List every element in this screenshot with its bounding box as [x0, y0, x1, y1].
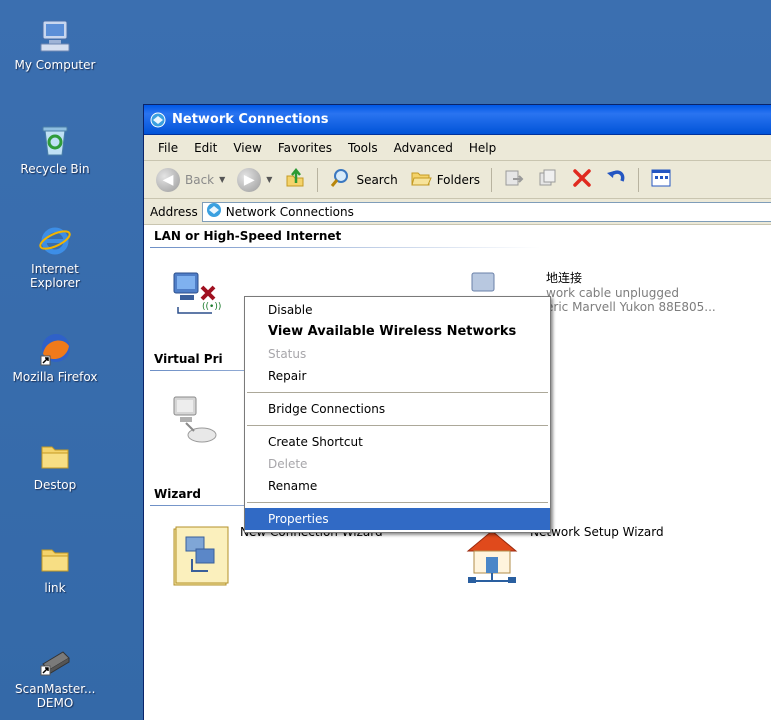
- recycle-bin-icon: [37, 122, 73, 158]
- network-setup-wizard-label: Network Setup Wizard: [530, 525, 664, 539]
- delete-x-icon: [571, 167, 593, 192]
- desktop-icon-label: Internet Explorer: [30, 262, 80, 290]
- wireless-network-connection-icon: ((•)): [172, 269, 232, 322]
- desktop-icon-firefox[interactable]: Mozilla Firefox: [0, 330, 110, 384]
- menu-advanced[interactable]: Advanced: [386, 138, 461, 158]
- my-computer-icon: [37, 18, 73, 54]
- section-title-vpn: Virtual Pri: [154, 352, 223, 366]
- context-menu-bridge-connections[interactable]: Bridge Connections: [245, 398, 550, 420]
- desktop-icon-destop-folder[interactable]: Destop: [0, 438, 110, 492]
- context-menu-properties[interactable]: Properties: [245, 508, 550, 530]
- address-input[interactable]: Network Connections: [201, 201, 771, 222]
- copy-to-icon: [537, 167, 559, 192]
- views-button[interactable]: [646, 164, 676, 195]
- menu-tools[interactable]: Tools: [340, 138, 386, 158]
- internet-explorer-icon: [37, 222, 73, 258]
- back-label: Back: [185, 172, 215, 187]
- lan-connection-status: work cable unplugged: [546, 286, 679, 300]
- up-folder-button[interactable]: [280, 164, 310, 195]
- window-title: Network Connections: [172, 112, 329, 127]
- move-to-icon: [503, 167, 525, 192]
- new-connection-wizard-icon: [172, 525, 232, 590]
- wireless-connection-item[interactable]: ((•)): [172, 269, 232, 322]
- desktop-icon-recycle-bin[interactable]: Recycle Bin: [0, 122, 110, 176]
- vpn-connection-item[interactable]: [172, 393, 228, 452]
- toolbar-separator: [638, 167, 640, 192]
- context-menu-create-shortcut[interactable]: Create Shortcut: [245, 431, 550, 453]
- search-button[interactable]: Search: [325, 164, 401, 195]
- copy-to-button[interactable]: [533, 164, 563, 195]
- toolbar: ◀ Back ▼ ▶ ▼ Search Folders: [144, 161, 771, 199]
- toolbar-separator: [491, 167, 493, 192]
- desktop-icon-label: My Computer: [14, 58, 96, 72]
- desktop-icon-my-computer[interactable]: My Computer: [0, 18, 110, 72]
- views-icon: [650, 167, 672, 192]
- search-icon: [329, 167, 351, 192]
- undo-button[interactable]: [601, 164, 631, 195]
- menu-help[interactable]: Help: [461, 138, 504, 158]
- undo-icon: [605, 167, 627, 192]
- context-menu-separator: [247, 502, 548, 503]
- move-to-button[interactable]: [499, 164, 529, 195]
- vpn-connection-icon: [172, 393, 228, 452]
- network-connections-icon: [150, 112, 166, 128]
- desktop-icon-link-folder[interactable]: link: [0, 541, 110, 595]
- new-connection-wizard-label: New Connection Wizard: [240, 525, 383, 590]
- folders-label: Folders: [436, 172, 481, 187]
- context-menu-disable[interactable]: Disable: [245, 299, 550, 321]
- desktop-icon-label: Mozilla Firefox: [12, 370, 98, 384]
- search-label: Search: [356, 172, 398, 187]
- desktop-icon-label: ScanMaster... DEMO: [15, 682, 96, 710]
- menu-view[interactable]: View: [225, 138, 269, 158]
- address-label: Address: [150, 204, 198, 219]
- section-divider: [150, 247, 540, 248]
- menu-edit[interactable]: Edit: [186, 138, 225, 158]
- firefox-icon: [37, 330, 73, 366]
- window-titlebar[interactable]: Network Connections: [144, 105, 771, 135]
- context-menu-rename[interactable]: Rename: [245, 475, 550, 497]
- menu-favorites[interactable]: Favorites: [270, 138, 340, 158]
- address-value: Network Connections: [225, 204, 354, 219]
- context-menu-repair[interactable]: Repair: [245, 365, 550, 387]
- context-menu-delete: Delete: [268, 457, 308, 471]
- desktop-icon-internet-explorer[interactable]: Internet Explorer: [0, 222, 110, 290]
- section-title-wizard: Wizard: [154, 487, 201, 501]
- desktop-icon-label: Recycle Bin: [20, 162, 90, 176]
- folders-icon: [410, 167, 432, 192]
- address-bar: Address Network Connections: [144, 199, 771, 225]
- desktop-icon-scanmaster[interactable]: ScanMaster... DEMO: [0, 642, 110, 710]
- network-setup-wizard-item[interactable]: Network Setup Wizard: [462, 525, 664, 590]
- context-menu-separator: [247, 392, 548, 393]
- lan-connection-device: eric Marvell Yukon 88E805...: [546, 300, 716, 314]
- forward-arrow-icon: ▶: [237, 167, 262, 192]
- menu-file[interactable]: File: [150, 138, 186, 158]
- context-menu-status: Status: [268, 347, 307, 361]
- scanmaster-icon: [37, 642, 73, 678]
- desktop-icon-label: link: [44, 581, 66, 595]
- delete-button[interactable]: [567, 164, 597, 195]
- context-menu-separator: [247, 425, 548, 426]
- forward-button[interactable]: ▶ ▼: [233, 165, 276, 195]
- svg-text:((•)): ((•)): [202, 302, 221, 312]
- network-setup-wizard-icon: [462, 525, 522, 590]
- lan-connection-name: 地连接: [546, 271, 583, 285]
- context-menu: Disable View Available Wireless Networks…: [244, 296, 551, 533]
- chevron-down-icon: ▼: [219, 175, 226, 184]
- chevron-down-icon: ▼: [266, 175, 273, 184]
- network-connections-icon: [206, 202, 222, 221]
- new-connection-wizard-item[interactable]: New Connection Wizard: [172, 525, 383, 590]
- context-menu-view-wireless-networks[interactable]: View Available Wireless Networks: [245, 321, 550, 343]
- desktop-icon-label: Destop: [33, 478, 77, 492]
- back-button[interactable]: ◀ Back ▼: [152, 165, 229, 195]
- section-title-lan: LAN or High-Speed Internet: [154, 229, 342, 243]
- folders-button[interactable]: Folders: [406, 164, 484, 195]
- up-folder-icon: [284, 167, 306, 192]
- toolbar-separator: [317, 167, 319, 192]
- menu-bar: File Edit View Favorites Tools Advanced …: [144, 135, 771, 161]
- back-arrow-icon: ◀: [156, 167, 180, 192]
- folder-icon: [37, 541, 73, 577]
- folder-icon: [37, 438, 73, 474]
